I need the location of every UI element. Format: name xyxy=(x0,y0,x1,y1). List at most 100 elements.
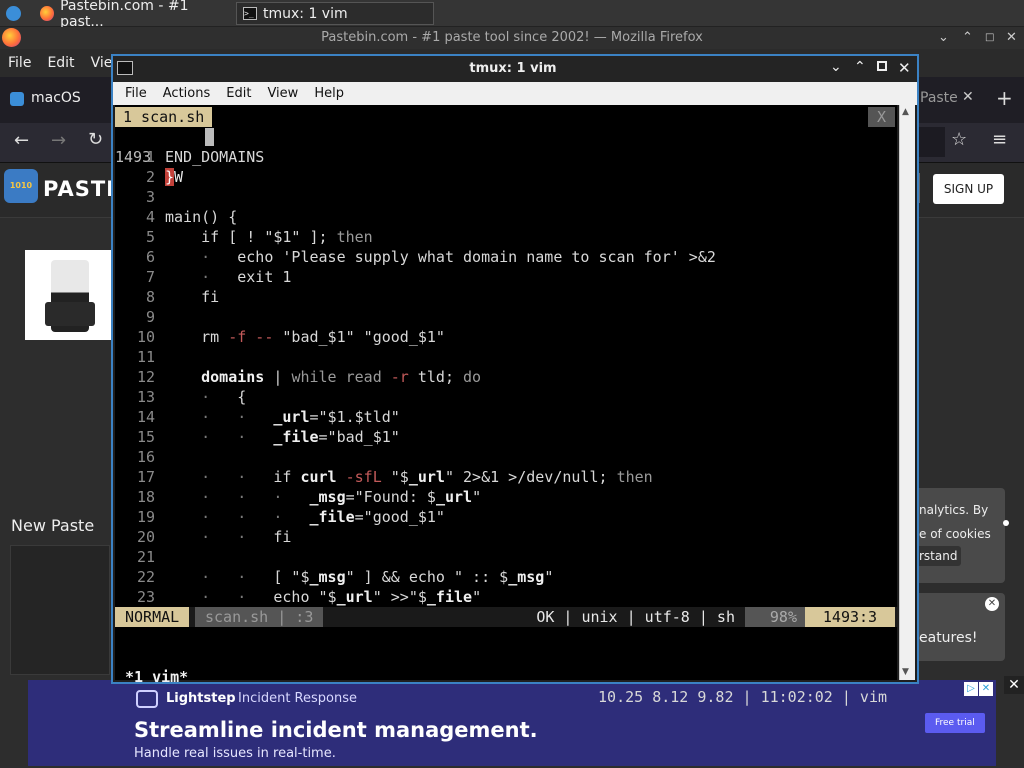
ad-headline: Streamline incident management. xyxy=(134,718,538,742)
menu-file[interactable]: File xyxy=(119,86,153,101)
terminal-icon: >_ xyxy=(243,7,257,20)
forward-icon[interactable]: → xyxy=(51,130,66,151)
vim-tab-active[interactable]: 1 scan.sh xyxy=(115,107,213,127)
maximize-icon[interactable]: ⌃ xyxy=(962,27,973,49)
restore-icon[interactable]: □ xyxy=(985,27,994,49)
ad-close-icon[interactable]: ✕ xyxy=(979,682,993,696)
code-line: 23 · · echo "$_url" >>"$_file" xyxy=(115,587,897,607)
close-icon[interactable]: ✕ xyxy=(898,59,911,77)
maximize-icon[interactable]: ⌃ xyxy=(854,59,866,75)
menu-view[interactable]: View xyxy=(261,86,304,101)
line-text: rm -f -- "bad_$1" "good_$1" xyxy=(165,328,445,346)
taskbar-item-tmux[interactable]: >_ tmux: 1 vim xyxy=(236,2,434,25)
features-text: eatures! xyxy=(919,630,978,646)
ad-dismiss-icon[interactable]: ✕ xyxy=(1004,676,1024,694)
tab-pastebin[interactable]: Paste xyxy=(920,90,958,106)
code-line: 1 END_DOMAINS xyxy=(115,147,897,167)
vim-tab-close[interactable]: X xyxy=(868,107,895,127)
tmux-window: tmux: 1 vim ⌄ ⌃ ✕ File Actions Edit View… xyxy=(111,54,919,706)
scroll-down-icon[interactable]: ▼ xyxy=(902,667,909,677)
taskbar-item-label: Pastebin.com - #1 past... xyxy=(60,0,189,30)
new-paste-heading: New Paste xyxy=(11,516,95,535)
ad-cta-button[interactable]: Free trial xyxy=(925,713,985,733)
cookie-notice: nalytics. By e of cookies rstand xyxy=(915,488,1005,583)
menu-actions[interactable]: Actions xyxy=(157,86,217,101)
restore-icon[interactable] xyxy=(877,61,887,71)
system-menu-icon[interactable] xyxy=(6,6,21,21)
bookmark-star-icon[interactable]: ☆ xyxy=(951,129,967,150)
cookie-text-1: nalytics. By xyxy=(919,503,989,517)
close-tab-icon[interactable]: ✕ xyxy=(962,89,974,105)
tmux-window-list[interactable]: *1 vim* xyxy=(125,667,188,687)
line-text: · · _url="$1.$tld" xyxy=(201,408,400,426)
menu-help[interactable]: Help xyxy=(308,86,350,101)
scroll-dot xyxy=(1003,520,1009,526)
vim-percent: 98% xyxy=(745,607,805,627)
line-number: 12 xyxy=(136,368,155,386)
reload-icon[interactable]: ↻ xyxy=(88,129,103,150)
firefox-icon xyxy=(40,6,55,21)
vim-position: 1493:3 xyxy=(805,607,895,627)
ad-subheadline: Handle real issues in real-time. xyxy=(134,746,336,761)
code-line: 7 · exit 1 xyxy=(115,267,897,287)
line-number: 2 xyxy=(145,168,155,186)
site-logo-text: PASTE xyxy=(43,177,122,201)
menu-file[interactable]: File xyxy=(8,55,31,71)
paste-editor[interactable] xyxy=(10,545,110,675)
line-number: 5 xyxy=(145,228,155,246)
vim-file-info: scan.sh | :3 xyxy=(195,607,324,627)
code-line: 8 fi xyxy=(115,287,897,307)
menu-edit[interactable]: Edit xyxy=(47,55,74,71)
line-text: if [ ! "$1" ]; then xyxy=(165,228,373,246)
code-line: 4 main() { xyxy=(115,207,897,227)
cookie-text-2: e of cookies xyxy=(919,527,991,541)
line-number: 16 xyxy=(136,448,155,466)
scroll-up-icon[interactable]: ▲ xyxy=(902,107,909,117)
line-text: · · · _msg="Found: $_url" xyxy=(201,488,482,506)
tab-macos[interactable]: macOS xyxy=(31,90,81,106)
close-popup-icon[interactable]: ✕ xyxy=(985,597,999,611)
site-logo[interactable]: 1010 xyxy=(4,169,38,203)
new-tab-icon[interactable]: + xyxy=(996,86,1013,110)
tmux-title: tmux: 1 vim xyxy=(469,61,557,76)
menu-edit[interactable]: Edit xyxy=(220,86,257,101)
line-text: · · if curl -sfL "$_url" 2>&1 >/dev/null… xyxy=(201,468,653,486)
back-icon[interactable]: ← xyxy=(14,130,29,151)
vim-current-line: 1493 ZW xyxy=(115,127,897,186)
tmux-menubar: File Actions Edit View Help xyxy=(113,82,917,105)
url-bar[interactable] xyxy=(915,127,945,157)
code-line: 21 xyxy=(115,547,897,567)
minimize-icon[interactable]: ⌄ xyxy=(938,27,949,49)
taskbar-item-label: tmux: 1 vim xyxy=(263,5,348,22)
minimize-icon[interactable]: ⌄ xyxy=(830,59,842,75)
terminal-scrollbar[interactable]: ▲ ▼ xyxy=(899,105,915,680)
vim-cursor xyxy=(205,128,214,146)
line-number: 4 xyxy=(145,208,155,226)
code-line: 15 · · _file="bad_$1" xyxy=(115,427,897,447)
signup-button[interactable]: SIGN UP xyxy=(933,174,1004,204)
code-line: 17 · · if curl -sfL "$_url" 2>&1 >/dev/n… xyxy=(115,467,897,487)
line-number: 19 xyxy=(136,508,155,526)
vim-terminal[interactable]: 1 scan.sh X 1493 ZW 1 END_DOMAINS 2} 3 4 main… xyxy=(115,105,897,706)
tab-favicon-icon xyxy=(10,92,24,106)
taskbar-item-firefox[interactable]: Pastebin.com - #1 past... xyxy=(34,0,232,30)
cookie-understand-button[interactable]: rstand xyxy=(915,546,962,566)
code-line: 19 · · · _file="good_$1" xyxy=(115,507,897,527)
code-line: 3 xyxy=(115,187,897,207)
code-line: 12 domains | while read -r tld; do xyxy=(115,367,897,387)
menu-hamburger-icon[interactable]: ≡ xyxy=(992,129,1007,150)
code-line: 13 · { xyxy=(115,387,897,407)
code-line: 14 · · _url="$1.$tld" xyxy=(115,407,897,427)
firefox-titlebar: Pastebin.com - #1 paste tool since 2002!… xyxy=(0,27,1024,49)
ad-product: Incident Response xyxy=(238,691,357,706)
line-number: 8 xyxy=(145,288,155,306)
close-icon[interactable]: ✕ xyxy=(1006,27,1017,49)
line-number: 21 xyxy=(136,548,155,566)
line-number: 10 xyxy=(136,328,155,346)
code-line: 5 if [ ! "$1" ]; then xyxy=(115,227,897,247)
adchoices-icon[interactable]: ▷ xyxy=(964,682,978,696)
product-image[interactable] xyxy=(25,250,111,340)
line-number: 1 xyxy=(145,148,155,166)
line-number: 11 xyxy=(136,348,155,366)
line-text: · · _file="bad_$1" xyxy=(201,428,400,446)
